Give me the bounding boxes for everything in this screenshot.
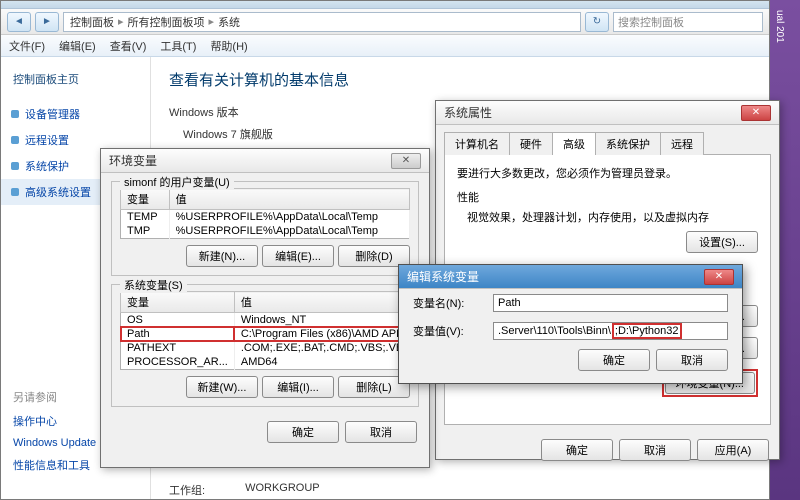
table-row[interactable]: TEMP%USERPROFILE%\AppData\Local\Temp [121, 210, 410, 225]
var-value-input[interactable]: .Server\110\Tools\Binn\;D:\Python32 [493, 322, 728, 340]
workgroup-label: 工作组: [169, 482, 205, 498]
table-row[interactable]: PATHEXT.COM;.EXE;.BAT;.CMD;.VBS;.VBE;... [121, 341, 430, 355]
tab-advanced[interactable]: 高级 [552, 132, 596, 155]
user-edit-button[interactable]: 编辑(E)... [262, 245, 334, 267]
user-vars-table[interactable]: 变量值 TEMP%USERPROFILE%\AppData\Local\Temp… [120, 188, 410, 239]
col-var[interactable]: 变量 [121, 292, 235, 313]
dialog-titlebar[interactable]: 编辑系统变量 ✕ [399, 265, 742, 289]
back-button[interactable]: ◄ [7, 12, 31, 32]
close-icon[interactable]: ✕ [741, 105, 771, 121]
menu-file[interactable]: 文件(F) [9, 38, 45, 54]
workgroup-value: WORKGROUP [245, 482, 320, 498]
tab-protection[interactable]: 系统保护 [595, 132, 661, 155]
table-row[interactable]: OSWindows_NT [121, 313, 430, 328]
var-name-label: 变量名(N): [413, 295, 483, 311]
table-row-path[interactable]: PathC:\Program Files (x86)\AMD APP\... [121, 327, 430, 341]
perf-label: 性能 [457, 189, 758, 205]
close-icon[interactable]: ✕ [391, 153, 421, 169]
bullet-icon [11, 162, 19, 170]
bullet-icon [11, 136, 19, 144]
edit-var-dialog: 编辑系统变量 ✕ 变量名(N): Path 变量值(V): .Server\11… [398, 264, 743, 384]
user-new-button[interactable]: 新建(N)... [186, 245, 258, 267]
sys-edit-button[interactable]: 编辑(I)... [262, 376, 334, 398]
env-vars-dialog: 环境变量 ✕ simonf 的用户变量(U) 变量值 TEMP%USERPROF… [100, 148, 430, 468]
var-name-input[interactable]: Path [493, 294, 728, 312]
perf-settings-button[interactable]: 设置(S)... [686, 231, 758, 253]
menu-tools[interactable]: 工具(T) [160, 38, 196, 54]
sidebar-title: 控制面板主页 [1, 67, 150, 91]
cancel-button[interactable]: 取消 [619, 439, 691, 461]
dialog-titlebar[interactable]: 环境变量 ✕ [101, 149, 429, 173]
close-icon[interactable]: ✕ [704, 269, 734, 285]
col-val[interactable]: 值 [169, 189, 409, 210]
cancel-button[interactable]: 取消 [345, 421, 417, 443]
search-input[interactable]: 搜索控制面板 [613, 12, 763, 32]
highlighted-path-append: ;D:\Python32 [612, 323, 682, 339]
sys-new-button[interactable]: 新建(W)... [186, 376, 258, 398]
perf-desc: 视觉效果，处理器计划，内存使用，以及虚拟内存 [457, 209, 758, 225]
tab-hardware[interactable]: 硬件 [509, 132, 553, 155]
admin-note: 要进行大多数更改，您必须作为管理员登录。 [457, 165, 758, 181]
menu-view[interactable]: 查看(V) [110, 38, 147, 54]
refresh-button[interactable]: ↻ [585, 12, 609, 32]
menu-edit[interactable]: 编辑(E) [59, 38, 96, 54]
sys-vars-legend: 系统变量(S) [120, 277, 187, 293]
breadcrumb-part[interactable]: 所有控制面板项 [128, 14, 205, 30]
page-title: 查看有关计算机的基本信息 [169, 69, 751, 90]
user-vars-legend: simonf 的用户变量(U) [120, 174, 234, 190]
breadcrumb[interactable]: 控制面板▸ 所有控制面板项▸ 系统 [63, 12, 581, 32]
tab-remote[interactable]: 远程 [660, 132, 704, 155]
ok-button[interactable]: 确定 [578, 349, 650, 371]
dialog-title: 系统属性 [444, 104, 492, 121]
sys-vars-group: 系统变量(S) 变量值 OSWindows_NT PathC:\Program … [111, 284, 419, 407]
bullet-icon [11, 188, 19, 196]
cancel-button[interactable]: 取消 [656, 349, 728, 371]
bullet-icon [11, 110, 19, 118]
sys-vars-table[interactable]: 变量值 OSWindows_NT PathC:\Program Files (x… [120, 291, 430, 370]
table-row[interactable]: TMP%USERPROFILE%\AppData\Local\Temp [121, 224, 410, 239]
breadcrumb-part[interactable]: 控制面板 [70, 14, 114, 30]
forward-button[interactable]: ► [35, 12, 59, 32]
user-vars-group: simonf 的用户变量(U) 变量值 TEMP%USERPROFILE%\Ap… [111, 181, 419, 276]
tab-strip: 计算机名 硬件 高级 系统保护 远程 [444, 131, 771, 155]
col-var[interactable]: 变量 [121, 189, 170, 210]
breadcrumb-part[interactable]: 系统 [218, 14, 240, 30]
dialog-title: 编辑系统变量 [407, 268, 479, 285]
ok-button[interactable]: 确定 [541, 439, 613, 461]
table-row[interactable]: PROCESSOR_AR...AMD64 [121, 355, 430, 370]
var-value-label: 变量值(V): [413, 323, 483, 339]
dialog-title: 环境变量 [109, 152, 157, 169]
dialog-titlebar[interactable]: 系统属性 ✕ [436, 101, 779, 125]
menubar: 文件(F) 编辑(E) 查看(V) 工具(T) 帮助(H) [1, 35, 769, 57]
titlebar [1, 1, 769, 9]
apply-button[interactable]: 应用(A) [697, 439, 769, 461]
sidebar-item-device-manager[interactable]: 设备管理器 [1, 101, 150, 127]
tab-computer-name[interactable]: 计算机名 [444, 132, 510, 155]
ok-button[interactable]: 确定 [267, 421, 339, 443]
nav-toolbar: ◄ ► 控制面板▸ 所有控制面板项▸ 系统 ↻ 搜索控制面板 [1, 9, 769, 35]
dialog-footer: 确定 取消 应用(A) [436, 433, 779, 467]
menu-help[interactable]: 帮助(H) [210, 38, 247, 54]
